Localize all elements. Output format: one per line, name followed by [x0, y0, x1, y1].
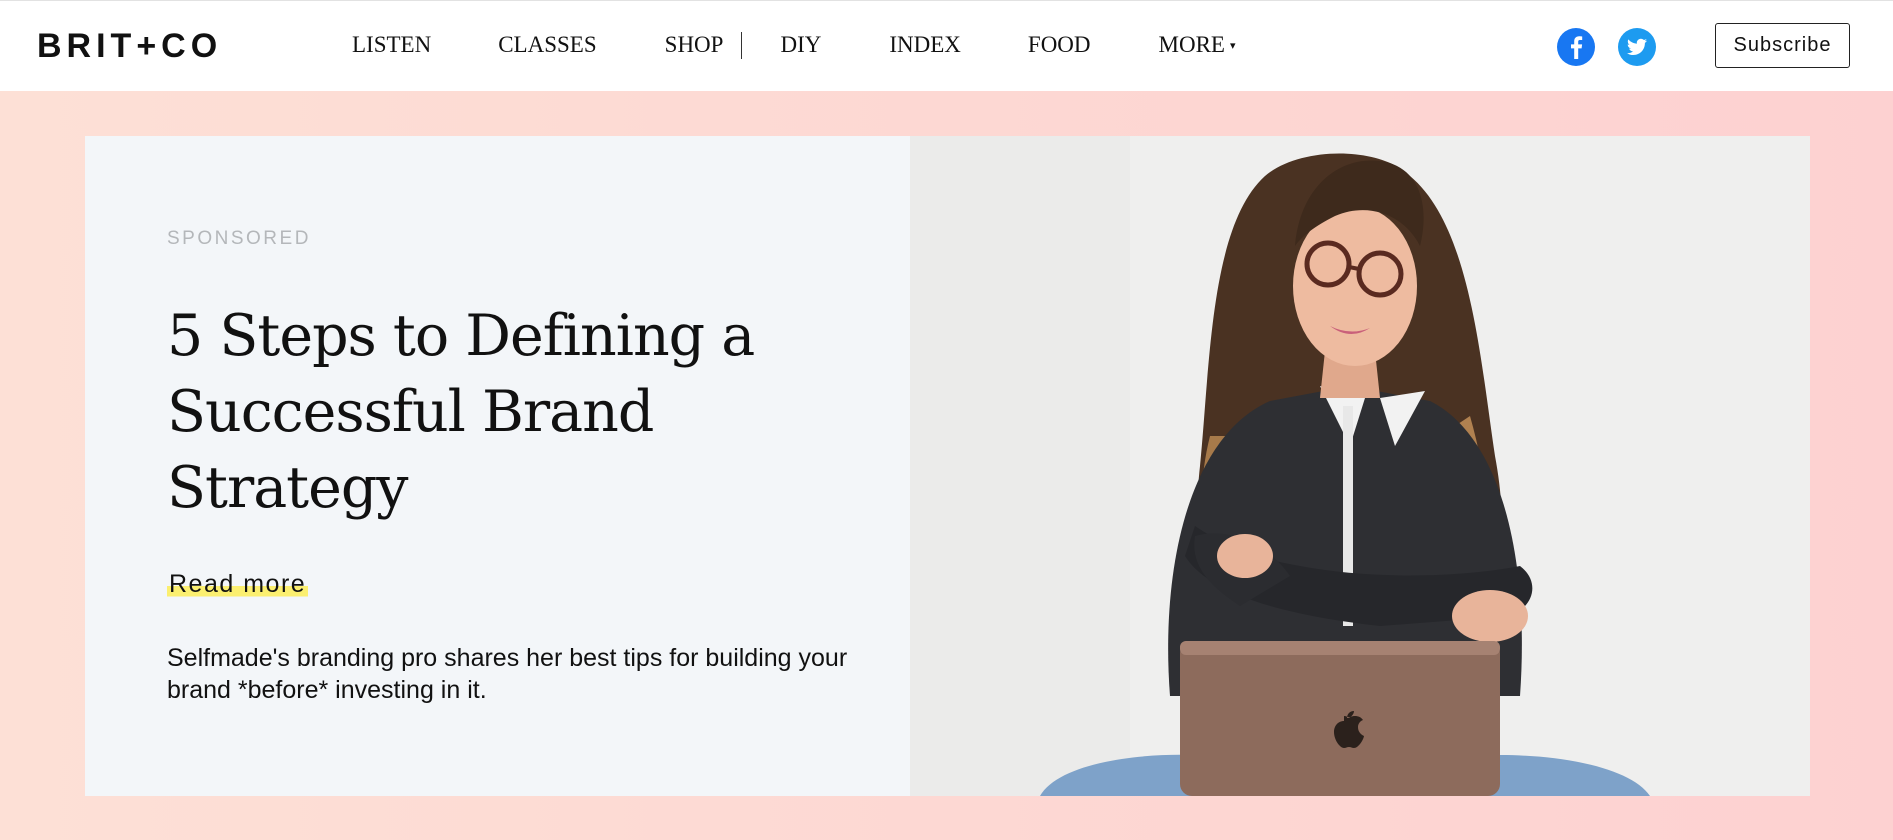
- nav-item-classes[interactable]: CLASSES: [498, 29, 596, 61]
- article-headline[interactable]: 5 Steps to Defining a Successful Brand S…: [167, 298, 787, 526]
- site-logo[interactable]: BRIT+CO: [37, 26, 222, 66]
- hero-text-panel: SPONSORED 5 Steps to Defining a Successf…: [85, 136, 910, 796]
- facebook-button[interactable]: [1557, 28, 1595, 66]
- main-nav: LISTEN CLASSES SHOP DIY INDEX FOOD MORE …: [352, 29, 1236, 61]
- chevron-down-icon: ▾: [1229, 40, 1236, 52]
- nav-item-listen[interactable]: LISTEN: [352, 29, 431, 61]
- woman-with-laptop-illustration: [910, 136, 1810, 796]
- subscribe-button[interactable]: Subscribe: [1715, 23, 1850, 68]
- article-dek: Selfmade's branding pro shares her best …: [167, 644, 848, 704]
- twitter-button[interactable]: [1618, 28, 1656, 66]
- hero-photo[interactable]: [910, 136, 1810, 796]
- featured-article-card: SPONSORED 5 Steps to Defining a Successf…: [85, 136, 1810, 796]
- nav-divider: [741, 31, 743, 59]
- site-header: BRIT+CO LISTEN CLASSES SHOP DIY INDEX FO…: [0, 0, 1893, 91]
- read-more-link[interactable]: Read more: [167, 570, 309, 599]
- nav-item-more-label: MORE: [1158, 32, 1225, 57]
- nav-item-shop[interactable]: SHOP: [665, 29, 724, 61]
- nav-item-more[interactable]: MORE ▾: [1159, 28, 1236, 62]
- nav-item-index[interactable]: INDEX: [889, 29, 961, 61]
- sponsored-label: SPONSORED: [167, 228, 311, 249]
- nav-item-food[interactable]: FOOD: [1028, 29, 1091, 61]
- twitter-icon: [1627, 38, 1647, 55]
- nav-item-diy[interactable]: DIY: [780, 29, 821, 61]
- facebook-icon: [1571, 36, 1583, 59]
